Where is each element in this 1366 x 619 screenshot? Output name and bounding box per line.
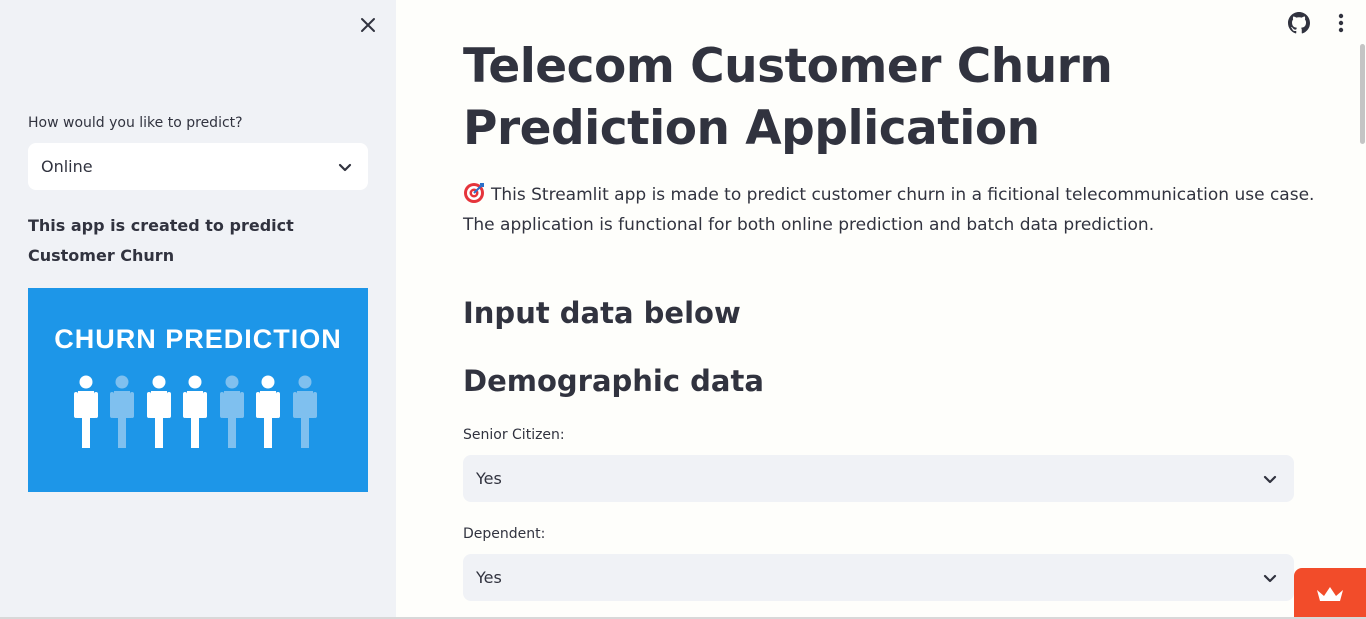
github-icon — [1288, 12, 1310, 34]
churn-prediction-image: CHURN PREDICTION — [28, 288, 368, 492]
sidebar: How would you like to predict? Online Th… — [0, 0, 396, 619]
chevron-down-icon — [1263, 574, 1277, 582]
scrollbar-thumb[interactable] — [1360, 44, 1365, 144]
target-emoji-icon — [464, 183, 484, 203]
kebab-menu-icon — [1338, 13, 1344, 33]
github-link[interactable] — [1288, 12, 1310, 34]
close-icon — [361, 18, 375, 32]
dependent-label: Dependent: — [463, 526, 546, 542]
senior-citizen-label: Senior Citizen: — [463, 427, 565, 443]
streamlit-badge-button[interactable] — [1294, 568, 1366, 619]
senior-citizen-select[interactable]: Yes — [463, 455, 1294, 502]
intro-paragraph: This Streamlit app is made to predict cu… — [463, 180, 1333, 240]
chevron-down-icon — [338, 163, 352, 171]
demographic-data-heading: Demographic data — [463, 364, 764, 398]
people-illustration-icon — [74, 375, 317, 448]
chevron-down-icon — [1263, 475, 1277, 483]
predict-mode-label: How would you like to predict? — [28, 115, 243, 131]
input-data-heading: Input data below — [463, 296, 741, 330]
page-title: Telecom Customer Churn Prediction Applic… — [463, 39, 1113, 156]
main-menu-button[interactable] — [1330, 12, 1352, 34]
dependent-value: Yes — [476, 568, 502, 587]
dependent-select[interactable]: Yes — [463, 554, 1294, 601]
senior-citizen-value: Yes — [476, 469, 502, 488]
predict-mode-select[interactable]: Online — [28, 143, 368, 190]
predict-mode-value: Online — [41, 157, 93, 176]
close-sidebar-button[interactable] — [356, 13, 380, 37]
intro-text: This Streamlit app is made to predict cu… — [463, 185, 1315, 235]
crown-icon — [1317, 586, 1343, 601]
sidebar-description: This app is created to predict Customer … — [28, 216, 294, 265]
